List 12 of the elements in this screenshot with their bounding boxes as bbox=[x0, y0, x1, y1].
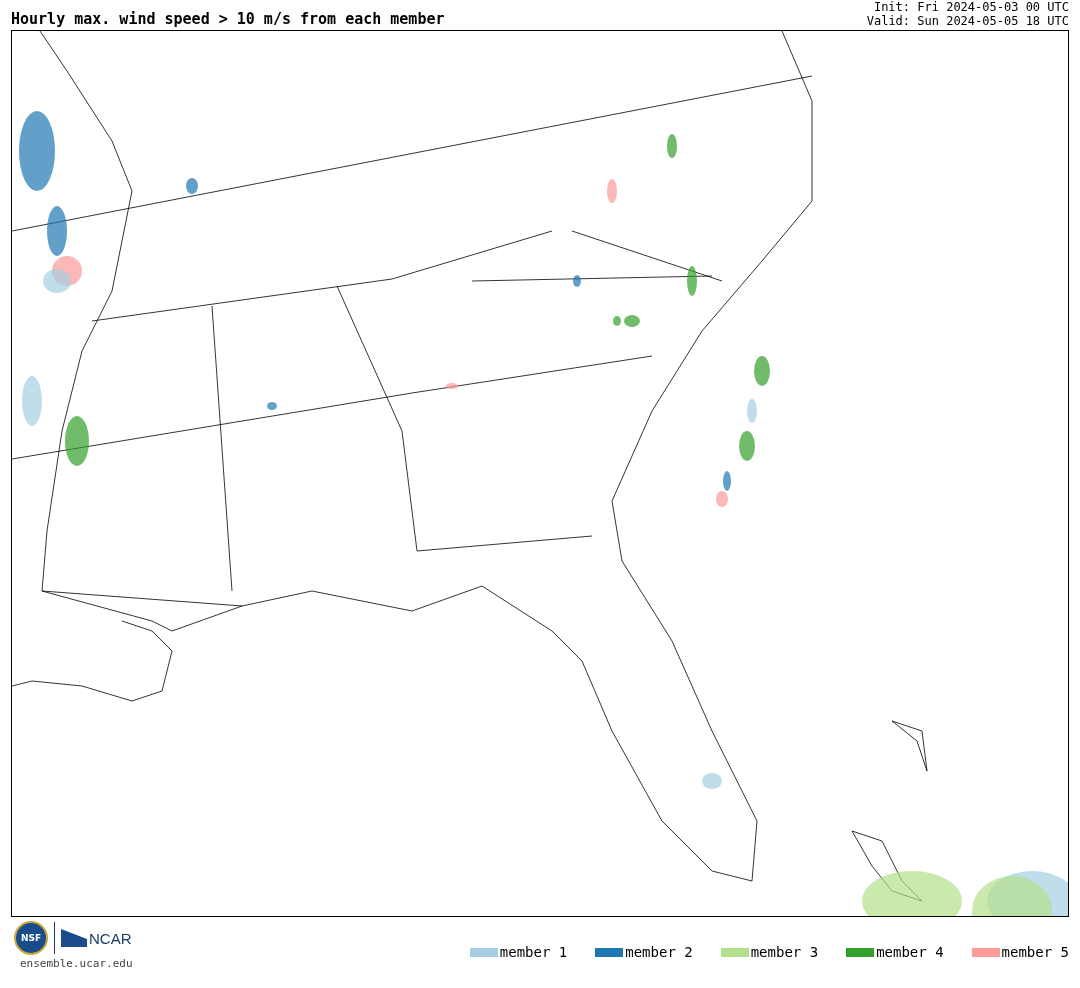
init-time: Init: Fri 2024-05-03 00 UTC bbox=[873, 0, 1069, 14]
nsf-logo: NSF bbox=[14, 921, 48, 955]
legend-label: member 3 bbox=[750, 944, 819, 960]
legend-label: member 5 bbox=[1001, 944, 1069, 960]
legend-label: member 1 bbox=[499, 944, 568, 960]
valid-time: Valid: Sun 2024-05-05 18 UTC bbox=[866, 14, 1069, 28]
ncar-logo: NCAR bbox=[89, 929, 132, 947]
site-url: ensemble.ucar.edu bbox=[19, 957, 133, 970]
legend-label: member 2 bbox=[625, 944, 693, 960]
chart-title: Hourly max. wind speed > 10 m/s from each member bbox=[11, 10, 445, 28]
wedge-icon bbox=[61, 929, 87, 947]
legend-label: member 4 bbox=[876, 944, 944, 960]
